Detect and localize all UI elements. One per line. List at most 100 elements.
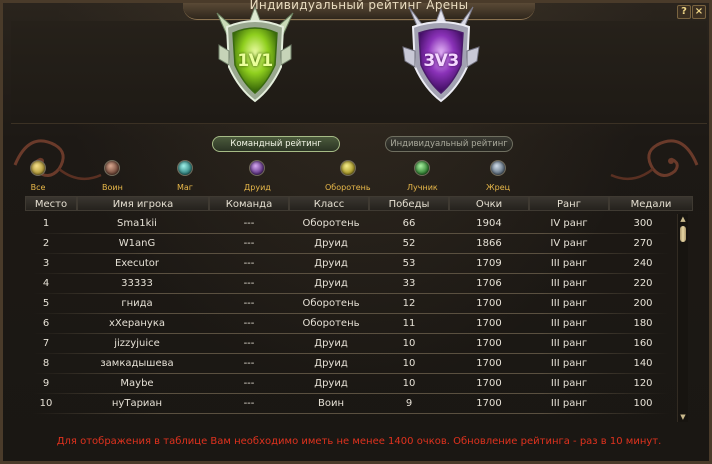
table-row[interactable]: 2 W1anG --- Друид 52 1866 IV ранг 270 [25, 234, 677, 254]
table-row[interactable]: 1 Sma1kii --- Оборотень 66 1904 IV ранг … [25, 214, 677, 234]
mode-1v1-emblem[interactable]: 1V1 [205, 5, 305, 105]
place-cell: 5 [42, 298, 50, 309]
right-scroll-ornament-icon [610, 139, 699, 181]
archer-icon [414, 160, 431, 176]
column-header-team[interactable]: Команда [209, 196, 289, 211]
points-cell: 1700 [476, 378, 502, 389]
rank-cell: IV ранг [550, 218, 588, 229]
tab-team-rating[interactable]: Командный рейтинг [212, 136, 340, 152]
player-name-cell: нуТариан [111, 398, 163, 409]
class-filter-label: Все [30, 183, 46, 192]
table-row[interactable]: 9 Maybe --- Друид 10 1700 III ранг 120 [25, 374, 677, 394]
column-header-points[interactable]: Очки [449, 196, 529, 211]
team-cell: --- [243, 278, 255, 289]
medals-cell: 220 [633, 278, 653, 289]
player-name-cell: гнида [121, 298, 153, 309]
rank-cell: III ранг [550, 338, 588, 349]
player-name-cell: 33333 [121, 278, 153, 289]
wins-cell: 66 [402, 218, 416, 229]
class-filter-archer[interactable]: Лучник [407, 160, 438, 192]
class-cell: Оборотень [302, 318, 360, 329]
tab-individual-rating[interactable]: Индивидуальный рейтинг [385, 136, 513, 152]
wins-cell: 12 [402, 298, 416, 309]
place-cell: 1 [42, 218, 50, 229]
wins-cell: 11 [402, 318, 416, 329]
column-header-player[interactable]: Имя игрока [77, 196, 209, 211]
table-row[interactable]: 8 замкадышева --- Друид 10 1700 III ранг… [25, 354, 677, 374]
class-filter-werewolf[interactable]: Оборотень [325, 160, 371, 192]
class-filter-priest[interactable]: Жрец [486, 160, 510, 192]
scroll-down-arrow-icon[interactable]: ▼ [679, 414, 687, 421]
rank-cell: III ранг [550, 258, 588, 269]
medals-cell: 300 [633, 218, 653, 229]
scroll-thumb[interactable] [680, 226, 686, 242]
priest-icon [490, 160, 507, 176]
column-header-class[interactable]: Класс [289, 196, 369, 211]
table-row[interactable]: 5 гнида --- Оборотень 12 1700 III ранг 2… [25, 294, 677, 314]
rank-cell: III ранг [550, 378, 588, 389]
player-name-cell: jizzyjuice [114, 338, 160, 349]
team-cell: --- [243, 378, 255, 389]
wins-cell: 10 [402, 338, 416, 349]
class-filter-label: Оборотень [325, 183, 371, 192]
player-name-cell: Maybe [120, 378, 154, 389]
player-name-cell: W1anG [118, 238, 156, 249]
team-cell: --- [243, 338, 255, 349]
team-cell: --- [243, 358, 255, 369]
table-row[interactable]: 10 нуТариан --- Воин 9 1700 III ранг 100 [25, 394, 677, 414]
mode-3v3-label: 3V3 [423, 51, 459, 71]
place-cell: 10 [39, 398, 53, 409]
class-filter-all[interactable]: Все [30, 160, 46, 192]
help-icon[interactable]: ? [677, 5, 691, 19]
class-cell: Воин [317, 398, 344, 409]
team-cell: --- [243, 218, 255, 229]
rank-cell: III ранг [550, 398, 588, 409]
class-filter-label: Друид [244, 183, 271, 192]
medals-cell: 100 [633, 398, 653, 409]
class-filter-label: Лучник [407, 183, 438, 192]
column-header-place[interactable]: Место [25, 196, 77, 211]
class-filter-druid[interactable]: Друид [244, 160, 271, 192]
close-icon[interactable]: × [692, 5, 706, 19]
points-cell: 1700 [476, 298, 502, 309]
table-scrollbar[interactable]: ▲ ▼ [677, 214, 688, 422]
class-cell: Друид [314, 338, 348, 349]
wins-cell: 52 [402, 238, 416, 249]
table-row[interactable]: 3 Executor --- Друид 53 1709 III ранг 24… [25, 254, 677, 274]
column-header-medals[interactable]: Медали [609, 196, 693, 211]
wins-cell: 33 [402, 278, 416, 289]
team-cell: --- [243, 298, 255, 309]
points-cell: 1866 [476, 238, 502, 249]
table-row[interactable]: 7 jizzyjuice --- Друид 10 1700 III ранг … [25, 334, 677, 354]
wins-cell: 10 [402, 358, 416, 369]
table-row[interactable]: 4 33333 --- Друид 33 1706 III ранг 220 [25, 274, 677, 294]
place-cell: 8 [42, 358, 50, 369]
team-cell: --- [243, 398, 255, 409]
left-scroll-ornament-icon [13, 139, 102, 181]
place-cell: 6 [42, 318, 50, 329]
class-filter-label: Жрец [486, 183, 511, 192]
rank-cell: III ранг [550, 358, 588, 369]
team-cell: --- [243, 258, 255, 269]
mode-3v3-emblem[interactable]: 3V3 [391, 5, 491, 105]
medals-cell: 140 [633, 358, 653, 369]
mode-1v1-label: 1V1 [237, 51, 273, 71]
medals-cell: 120 [633, 378, 653, 389]
points-cell: 1904 [476, 218, 502, 229]
column-header-rank[interactable]: Ранг [529, 196, 609, 211]
class-filter-mage[interactable]: Маг [177, 160, 193, 192]
points-cell: 1709 [476, 258, 502, 269]
druid-icon [249, 160, 266, 176]
scroll-up-arrow-icon[interactable]: ▲ [679, 216, 687, 223]
class-filter-warrior[interactable]: Воин [102, 160, 123, 192]
class-filter-label: Воин [102, 183, 123, 192]
table-row[interactable]: 6 xХеранука --- Оборотень 11 1700 III ра… [25, 314, 677, 334]
place-cell: 2 [42, 238, 50, 249]
class-cell: Друид [314, 278, 348, 289]
table-header: Место Имя игрока Команда Класс Победы Оч… [25, 196, 693, 212]
rank-cell: III ранг [550, 318, 588, 329]
place-cell: 7 [42, 338, 50, 349]
class-cell: Друид [314, 358, 348, 369]
column-header-wins[interactable]: Победы [369, 196, 449, 211]
player-name-cell: xХеранука [108, 318, 166, 329]
